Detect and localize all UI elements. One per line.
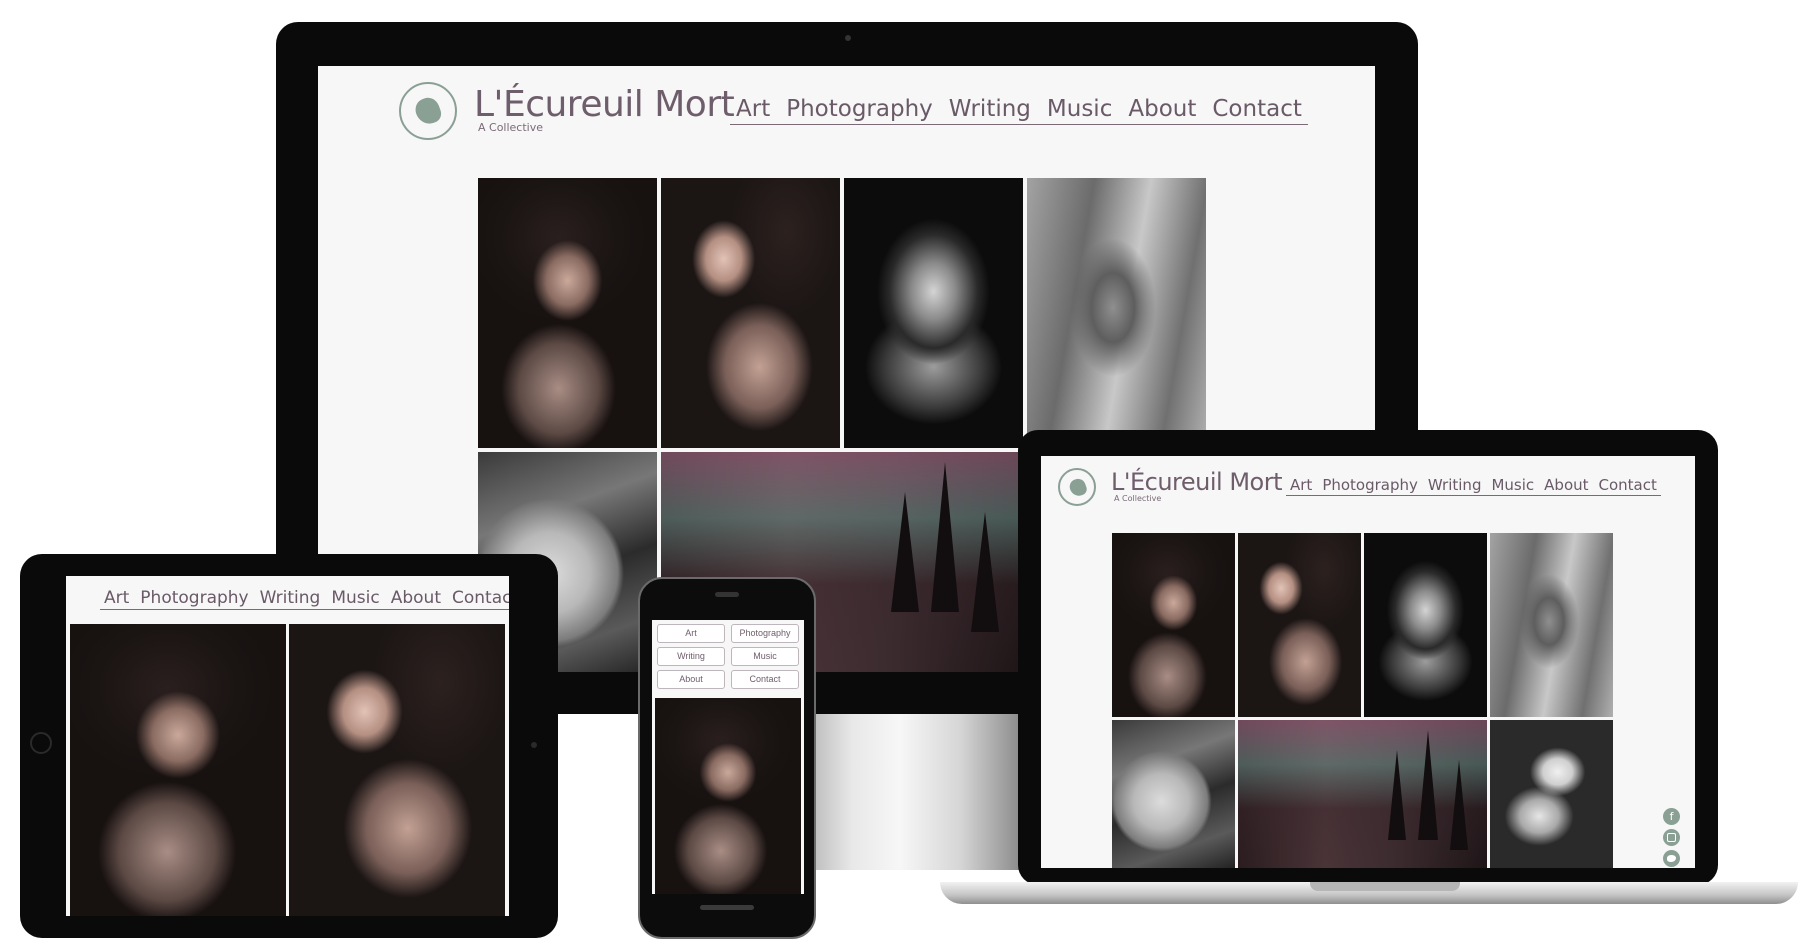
photo-portrait-hands[interactable] — [70, 624, 286, 916]
menu-button-photography[interactable]: Photography — [731, 624, 799, 643]
nav-about[interactable]: About — [1544, 476, 1588, 494]
menu-button-about[interactable]: About — [657, 670, 725, 689]
site-title[interactable]: L'Écureuil Mort — [1111, 468, 1283, 496]
nav-writing[interactable]: Writing — [1428, 476, 1482, 494]
phone-screen: Art Photography Writing Music About Cont… — [652, 620, 804, 894]
nav-writing[interactable]: Writing — [949, 96, 1031, 122]
nav-music[interactable]: Music — [331, 588, 379, 608]
nav-art[interactable]: Art — [104, 588, 129, 608]
nav-contact[interactable]: Contact — [452, 588, 509, 608]
site-subtitle: A Collective — [1114, 494, 1162, 503]
tablet-home-button[interactable] — [30, 732, 52, 754]
photo-hands-over-face[interactable] — [1364, 533, 1487, 717]
photo-portrait-hands[interactable] — [478, 178, 657, 448]
nav-music[interactable]: Music — [1491, 476, 1534, 494]
photo-portrait-profile[interactable] — [289, 624, 505, 916]
site-title[interactable]: L'Écureuil Mort — [474, 84, 735, 125]
menu-button-contact[interactable]: Contact — [731, 670, 799, 689]
tablet-screen: Art Photography Writing Music About Cont… — [66, 576, 509, 916]
monitor-camera — [845, 35, 851, 41]
twitter-icon[interactable] — [1663, 850, 1680, 867]
site-subtitle: A Collective — [478, 121, 544, 134]
photo-blonde-portrait[interactable] — [1027, 178, 1206, 448]
tablet-camera — [531, 742, 537, 748]
site-logo-icon[interactable] — [399, 82, 457, 140]
photo-portrait-profile[interactable] — [1238, 533, 1361, 717]
photo-misty-forest[interactable] — [1238, 720, 1487, 868]
instagram-icon[interactable] — [1663, 829, 1680, 846]
nav-contact[interactable]: Contact — [1212, 96, 1301, 122]
phone-menu: Art Photography Writing Music About Cont… — [657, 624, 799, 689]
photo-portrait-hands[interactable] — [1112, 533, 1235, 717]
nav-music[interactable]: Music — [1047, 96, 1112, 122]
photo-moon-branches[interactable] — [1112, 720, 1235, 868]
photo-portrait-profile[interactable] — [661, 178, 840, 448]
main-nav: Art Photography Writing Music About Cont… — [730, 96, 1308, 125]
nav-writing[interactable]: Writing — [260, 588, 321, 608]
menu-button-writing[interactable]: Writing — [657, 647, 725, 666]
nav-about[interactable]: About — [391, 588, 441, 608]
photo-hands-over-face[interactable] — [844, 178, 1023, 448]
nav-art[interactable]: Art — [1290, 476, 1312, 494]
site-logo-icon[interactable] — [1058, 468, 1096, 506]
photo-white-flowers[interactable] — [1490, 720, 1613, 868]
nav-contact[interactable]: Contact — [1599, 476, 1657, 494]
nav-photography[interactable]: Photography — [140, 588, 248, 608]
nav-photography[interactable]: Photography — [786, 96, 933, 122]
nav-art[interactable]: Art — [736, 96, 770, 122]
laptop-notch — [1310, 882, 1460, 891]
phone-home-button[interactable] — [700, 905, 754, 910]
phone-camera — [715, 592, 739, 597]
main-nav: Art Photography Writing Music About Cont… — [100, 588, 509, 610]
main-nav: Art Photography Writing Music About Cont… — [1286, 476, 1661, 496]
photo-blonde-portrait[interactable] — [1490, 533, 1613, 717]
photo-portrait-hands[interactable] — [655, 698, 801, 894]
menu-button-art[interactable]: Art — [657, 624, 725, 643]
nav-photography[interactable]: Photography — [1322, 476, 1418, 494]
laptop-screen: L'Écureuil Mort A Collective Art Photogr… — [1041, 456, 1695, 868]
facebook-icon[interactable]: f — [1663, 808, 1680, 825]
menu-button-music[interactable]: Music — [731, 647, 799, 666]
nav-about[interactable]: About — [1128, 96, 1196, 122]
